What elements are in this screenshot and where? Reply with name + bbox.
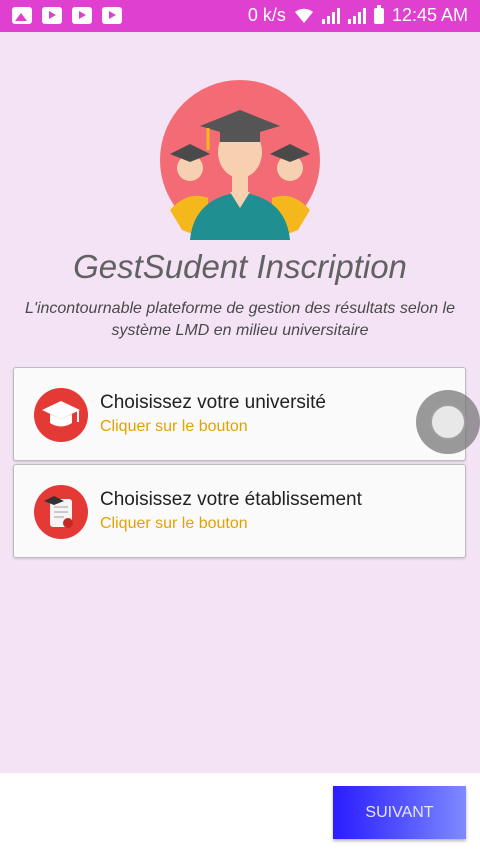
signal-icon [347, 7, 366, 24]
card-hint: Cliquer sur le bouton [100, 418, 248, 435]
graduates-avatar-icon [160, 80, 320, 240]
graduation-cap-icon [34, 388, 88, 442]
wifi-icon [294, 8, 313, 23]
choose-institution-card[interactable]: Choisissez votre établissement Cliquer s… [13, 464, 466, 558]
network-speed: 0 k/s [247, 5, 286, 25]
battery-icon [373, 4, 384, 24]
card-title: Choisissez votre établissement [100, 489, 362, 510]
clock: 12:45 AM [391, 5, 468, 25]
signal-icon [321, 7, 340, 24]
notification-icons [12, 7, 122, 24]
touch-indicator [416, 390, 480, 454]
youtube-icon [72, 7, 92, 24]
card-hint: Cliquer sur le bouton [100, 515, 248, 532]
choose-university-card[interactable]: Choisissez votre université Cliquer sur … [13, 367, 466, 461]
youtube-icon [42, 7, 62, 24]
youtube-icon [102, 7, 122, 24]
diploma-scroll-icon [34, 485, 88, 539]
system-indicators: 0 k/s 12:45 AM [247, 4, 468, 26]
image-icon [12, 7, 32, 24]
status-bar: 0 k/s 12:45 AM [0, 0, 480, 32]
bottom-bar: SUIVANT [0, 773, 480, 853]
card-title: Choisissez votre université [100, 392, 326, 413]
next-button[interactable]: SUIVANT [333, 786, 466, 839]
page-subtitle: L'incontournable plateforme de gestion d… [25, 300, 455, 339]
page-title: GestSudent Inscription [73, 248, 407, 285]
